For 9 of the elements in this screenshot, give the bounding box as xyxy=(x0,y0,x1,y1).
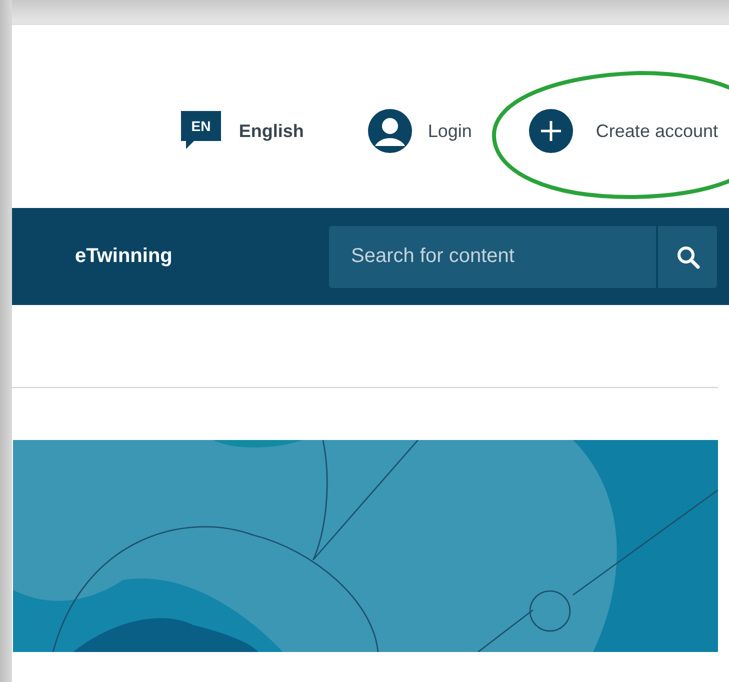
search-icon xyxy=(676,244,700,268)
search-button[interactable] xyxy=(658,226,717,288)
login-link[interactable]: Login xyxy=(428,120,472,142)
language-link[interactable]: English xyxy=(238,120,304,142)
plus-icon[interactable] xyxy=(528,108,574,154)
nav-link[interactable]: eTwinning xyxy=(75,245,172,268)
search-field[interactable]: Search for content xyxy=(329,226,656,288)
user-icon[interactable] xyxy=(366,107,414,155)
create-account-link[interactable]: Create account xyxy=(596,120,718,142)
